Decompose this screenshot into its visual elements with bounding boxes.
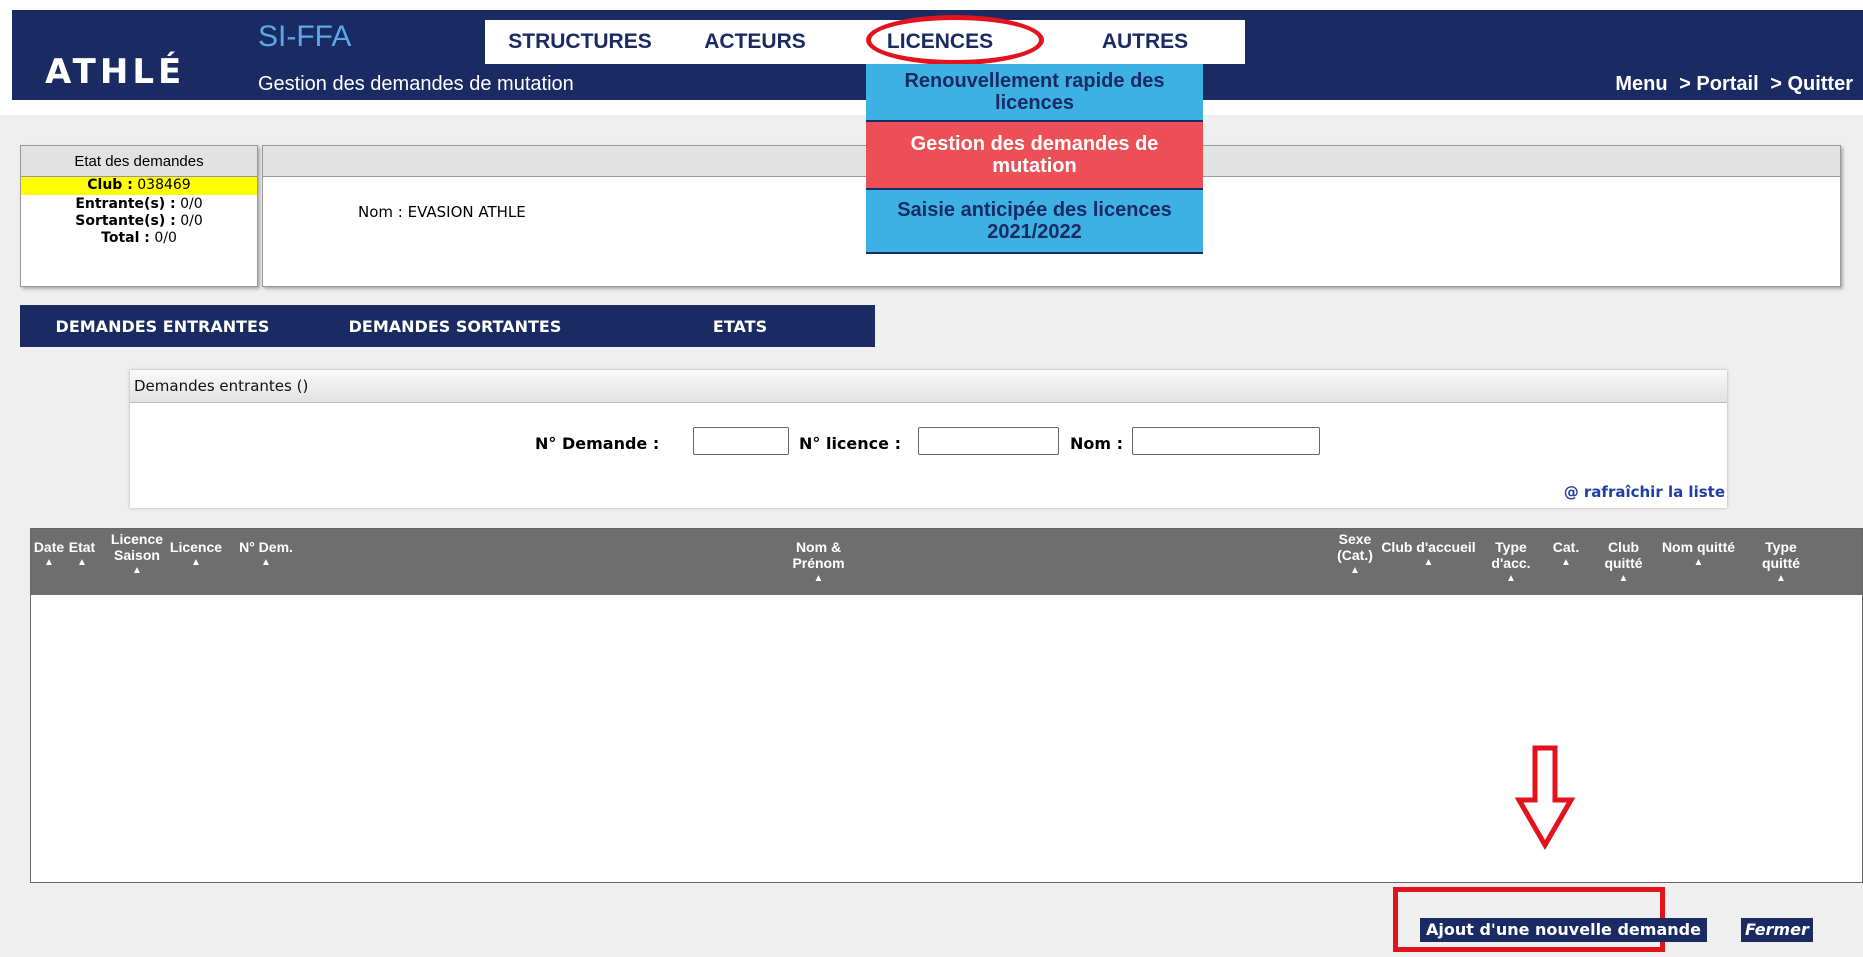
sort-icon: ▲ [1693,557,1704,568]
num-demande-input[interactable] [693,427,789,455]
col-nom-prenom-label: Nom & Prénom [792,539,845,571]
col-num-dem[interactable]: N° Dem. ▲ [236,539,296,571]
col-licence-saison[interactable]: Licence Saison ▲ [107,531,167,579]
page-subtitle: Gestion des demandes de mutation [258,73,574,95]
club-label: Club : [87,177,133,193]
col-date-label: Date [33,539,65,555]
menu-link[interactable]: Menu [1615,73,1667,95]
entrantes-value: 0/0 [180,196,203,212]
sort-icon: ▲ [1618,573,1629,584]
etat-total: Total : 0/0 [21,230,257,246]
etat-club: Club : 038469 [21,177,257,195]
col-etat[interactable]: Etat ▲ [67,539,97,571]
sort-icon: ▲ [191,557,201,568]
nav-structures[interactable]: STRUCTURES [485,20,675,64]
search-panel: Demandes entrantes () N° Demande : N° li… [130,370,1727,508]
athle-logo[interactable]: ATHLÉ [45,52,185,92]
demandes-table: Date ▲ Etat ▲ Licence Saison ▲ Licence ▲ N° … [30,528,1863,883]
search-panel-title: Demandes entrantes () [134,377,309,395]
etat-panel: Etat des demandes Club : 038469 Entrante… [20,145,258,287]
col-club-quitte-label: Club quitté [1604,539,1643,571]
col-cat[interactable]: Cat. ▲ [1546,539,1586,571]
sortantes-label: Sortante(s) : [75,213,176,229]
col-etat-label: Etat [68,539,96,555]
table-header: Date ▲ Etat ▲ Licence Saison ▲ Licence ▲ N° … [31,529,1862,595]
sort-icon: ▲ [1350,565,1360,576]
num-licence-input[interactable] [918,427,1059,455]
etat-title: Etat des demandes [21,146,257,177]
sort-icon: ▲ [1776,573,1786,584]
sort-icon: ▲ [1506,573,1516,584]
menu-gestion-mutation[interactable]: Gestion des demandes de mutation [866,122,1203,190]
sort-icon: ▲ [813,573,824,584]
nom-label: Nom : [1070,434,1124,453]
col-nom-quitte-label: Nom quitté [1661,539,1736,555]
sortantes-value: 0/0 [180,213,203,229]
col-club-accueil-label: Club d'accueil [1381,539,1476,555]
tab-demandes-entrantes[interactable]: DEMANDES ENTRANTES [20,305,305,347]
etat-sortantes: Sortante(s) : 0/0 [21,213,257,229]
arrow-down-icon [1515,745,1575,850]
col-type-acc-label: Type d'acc. [1491,539,1531,571]
etat-entrantes: Entrante(s) : 0/0 [21,196,257,212]
col-nom-quitte[interactable]: Nom quitté ▲ [1661,539,1736,571]
sort-icon: ▲ [132,565,142,576]
entrantes-label: Entrante(s) : [75,196,176,212]
tab-demandes-sortantes[interactable]: DEMANDES SORTANTES [305,305,605,347]
sort-icon: ▲ [77,557,87,568]
col-sexe-label: Sexe (Cat.) [1337,531,1373,563]
tab-bar: DEMANDES ENTRANTES DEMANDES SORTANTES ET… [20,305,875,347]
col-type-quitte-label: Type quitté [1761,539,1801,571]
col-licence-saison-label: Licence Saison [110,531,164,563]
sort-icon: ▲ [1423,557,1434,568]
refresh-link[interactable]: @ rafraîchir la liste [1564,483,1725,501]
header-links: Menu > Portail > Quitter [1609,73,1853,96]
search-panel-bar [130,370,1727,403]
num-demande-label: N° Demande : [535,434,660,453]
nav-acteurs[interactable]: ACTEURS [675,20,835,64]
col-club-accueil[interactable]: Club d'accueil ▲ [1381,539,1476,571]
quitter-link[interactable]: > Quitter [1770,73,1853,95]
nav-autres[interactable]: AUTRES [1045,20,1245,64]
num-licence-label: N° licence : [799,434,901,453]
sort-icon: ▲ [44,557,54,568]
total-value: 0/0 [154,230,177,246]
col-num-dem-label: N° Dem. [239,539,293,555]
highlight-oval [866,15,1044,65]
club-value: 038469 [137,177,191,193]
app-title: SI-FFA [258,20,352,53]
total-label: Total : [101,230,150,246]
nom-input[interactable] [1132,427,1320,455]
club-name: Nom : EVASION ATHLE [358,203,526,221]
add-demande-button[interactable]: Ajout d'une nouvelle demande [1420,918,1707,942]
sort-icon: ▲ [261,557,271,568]
col-licence-label: Licence [169,539,223,555]
menu-renouvellement[interactable]: Renouvellement rapide des licences [866,64,1203,122]
menu-saisie-anticipee[interactable]: Saisie anticipée des licences 2021/2022 [866,190,1203,254]
col-date[interactable]: Date ▲ [29,539,69,571]
col-type-acc[interactable]: Type d'acc. ▲ [1476,539,1546,587]
col-type-quitte[interactable]: Type quitté ▲ [1746,539,1816,587]
col-sexe[interactable]: Sexe (Cat.) ▲ [1331,531,1379,579]
sort-icon: ▲ [1561,557,1571,568]
col-nom-prenom[interactable]: Nom & Prénom ▲ [771,539,866,587]
col-cat-label: Cat. [1552,539,1580,555]
col-club-quitte[interactable]: Club quitté ▲ [1591,539,1656,587]
tab-etats[interactable]: ETATS [605,305,875,347]
col-licence[interactable]: Licence ▲ [166,539,226,571]
portail-link[interactable]: > Portail [1679,73,1758,95]
close-button[interactable]: Fermer [1741,918,1813,942]
